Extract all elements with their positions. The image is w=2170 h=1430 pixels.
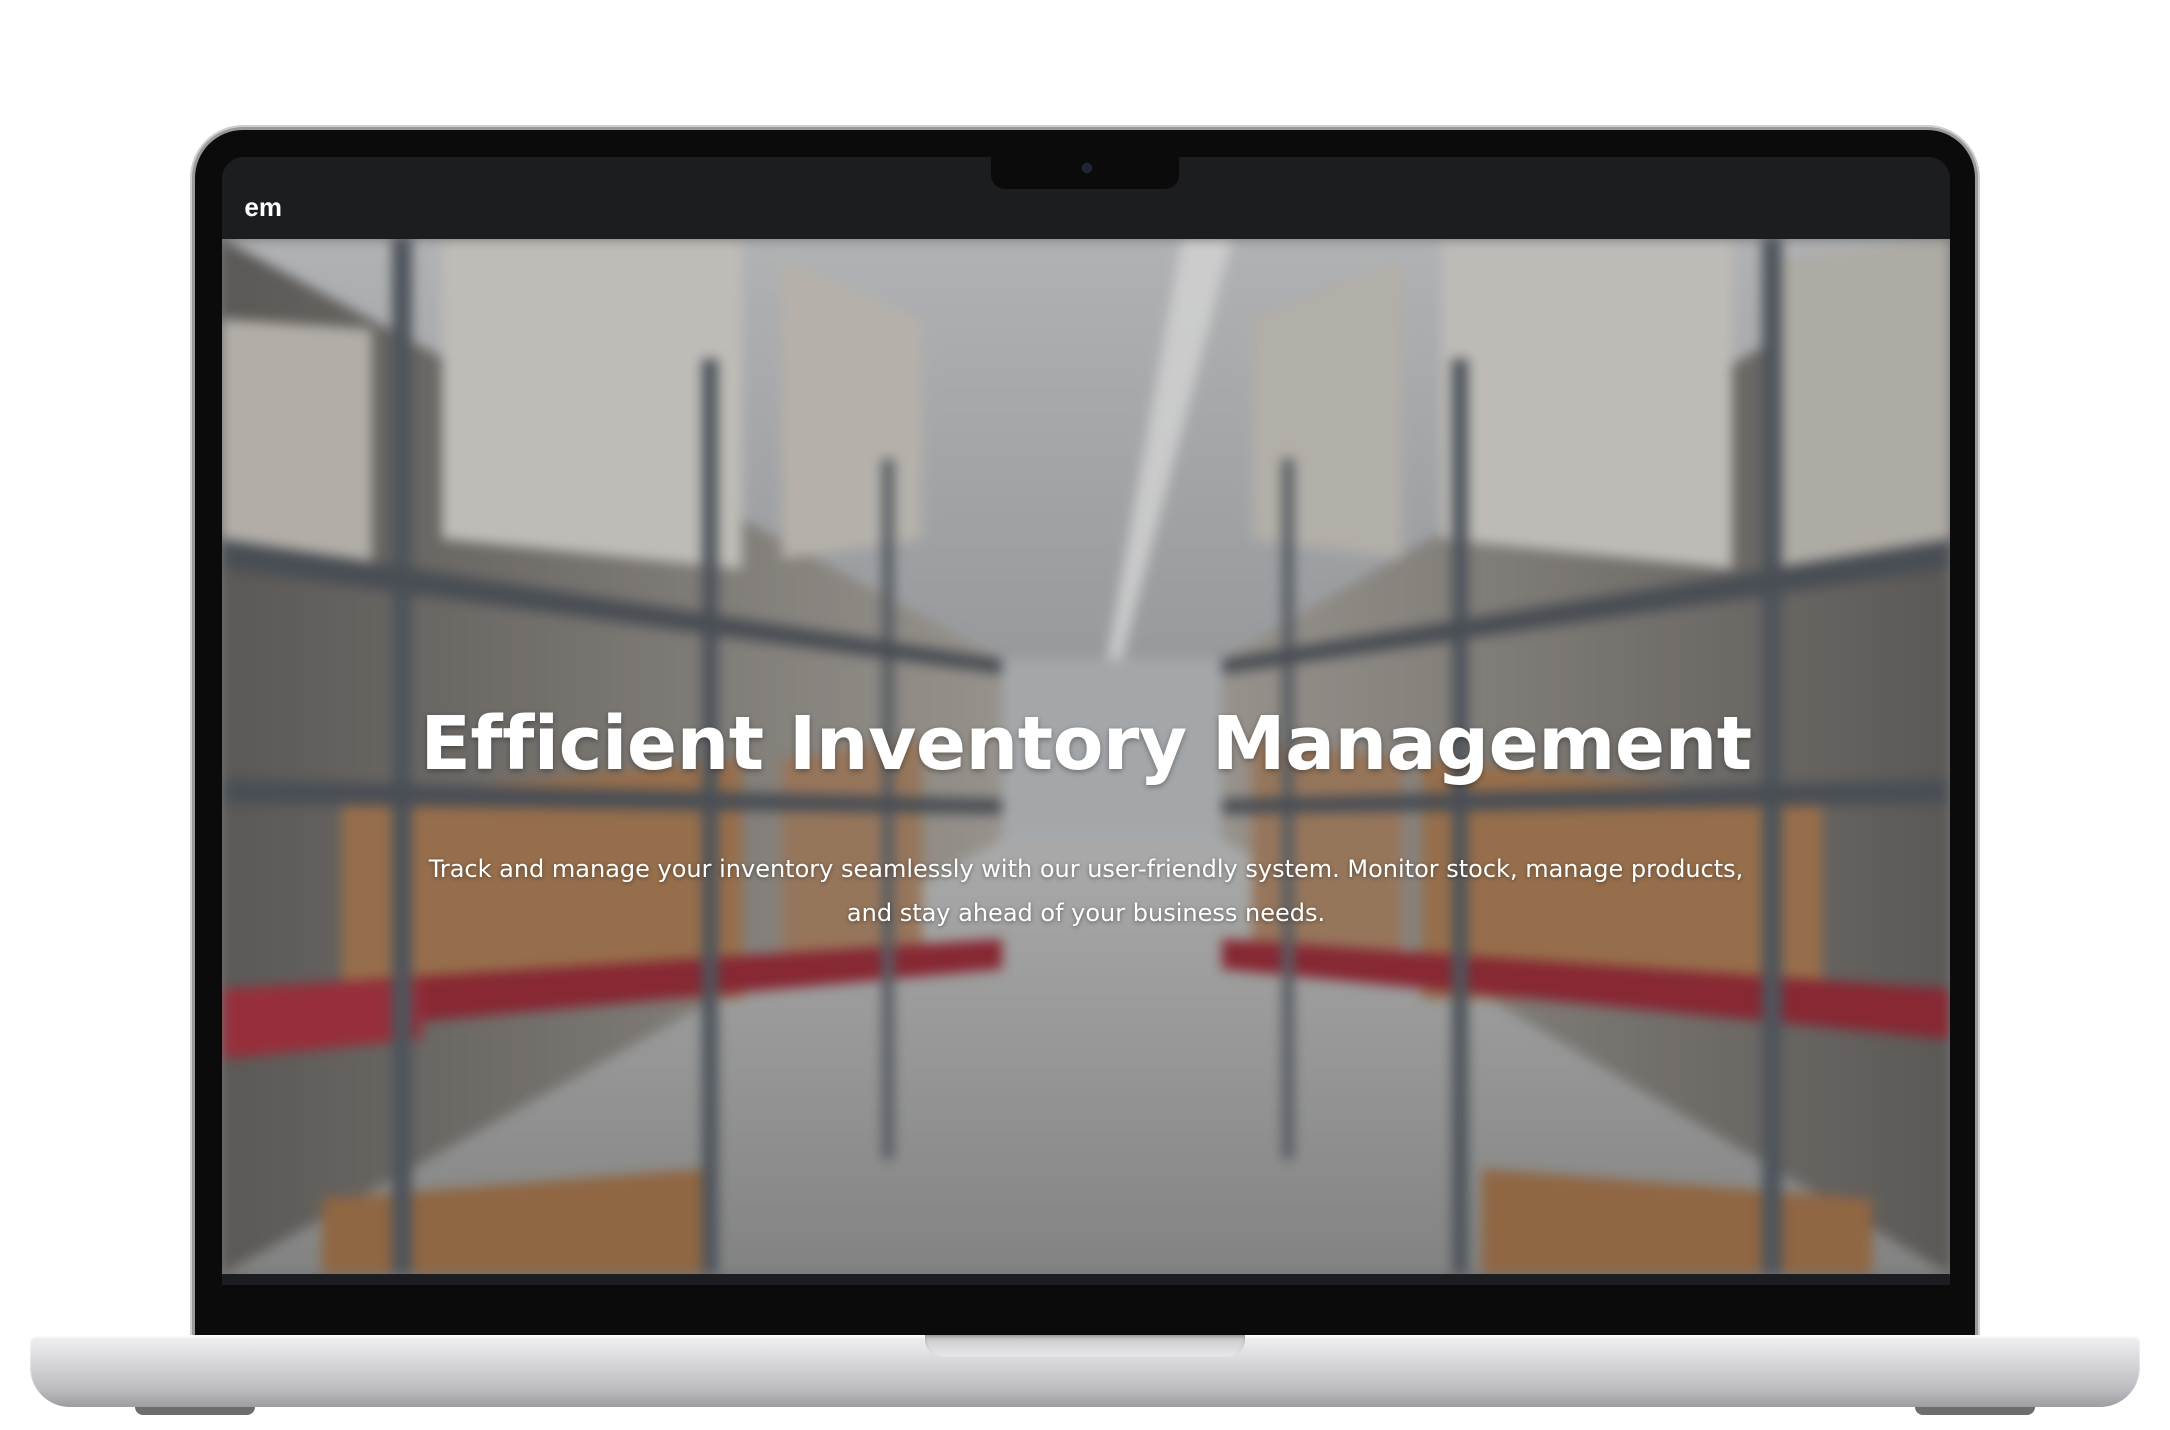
- hero-content: Efficient Inventory Management Track and…: [222, 239, 1950, 1274]
- hero-description-line-2: and stay ahead of your business needs.: [846, 899, 1326, 927]
- screen-chin: [222, 1285, 1950, 1300]
- device-mockup: em Efficient Inventory Management Track …: [0, 0, 2170, 1430]
- laptop-opening-groove: [925, 1335, 1245, 1357]
- hero-title: Efficient Inventory Management: [420, 701, 1752, 787]
- screen: em Efficient Inventory Management Track …: [222, 157, 1950, 1285]
- hero-section: Efficient Inventory Management Track and…: [222, 239, 1950, 1274]
- laptop-foot-left: [135, 1407, 255, 1415]
- camera-icon: [1082, 163, 1092, 173]
- brand-logo[interactable]: em: [222, 187, 282, 227]
- hero-description-line-1: Track and manage your inventory seamless…: [428, 855, 1744, 883]
- camera-notch: [991, 157, 1179, 189]
- brand-text: em: [244, 192, 282, 222]
- hero-description: Track and manage your inventory seamless…: [426, 847, 1746, 935]
- laptop-foot-right: [1915, 1407, 2035, 1415]
